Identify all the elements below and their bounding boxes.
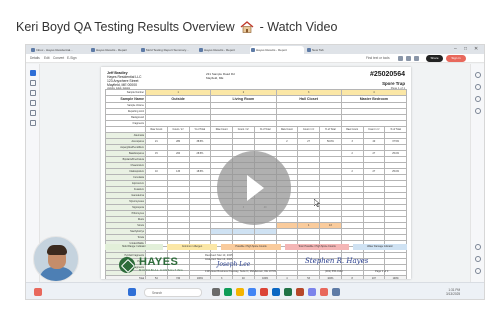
- browser-tab[interactable]: Hayes Results - Report: [198, 46, 248, 54]
- browser-tab-bar: Inbox - Hayes Residential... Hayes Resul…: [26, 45, 484, 54]
- right-tool-rail: [470, 64, 484, 282]
- excel-icon[interactable]: [284, 288, 292, 296]
- lab-address: 1345 East Business Parkway, Suite D, Mid…: [205, 270, 276, 273]
- play-button[interactable]: [217, 151, 291, 225]
- settings-icon[interactable]: [332, 288, 340, 296]
- comment-tool-icon[interactable]: [30, 80, 36, 86]
- company-block: Jeff Bradley Hayes Residential LLC 123 A…: [107, 71, 142, 91]
- table-row: Sample Name Outside Living Room Hall Closet…: [105, 95, 408, 103]
- print-icon[interactable]: [406, 56, 411, 61]
- share-button[interactable]: Share: [426, 55, 443, 62]
- presenter-webcam: [33, 236, 79, 282]
- minimize-icon[interactable]: –: [454, 46, 457, 53]
- browser-tab-new[interactable]: New Tab: [306, 46, 336, 54]
- report-footer: HAYES MICROBIAL CONSULTING Received: Mar…: [105, 253, 407, 277]
- video-title-suffix: - Watch Video: [259, 20, 338, 34]
- recorder-icon[interactable]: [320, 288, 328, 296]
- os-taskbar: Search 1:31 PM 3/13/2025: [26, 282, 484, 299]
- fit-page-icon[interactable]: [475, 256, 481, 262]
- menu-edit[interactable]: Edit: [44, 56, 50, 60]
- browser-tab[interactable]: Hayes Results - Repair: [90, 46, 138, 54]
- chrome-icon[interactable]: [248, 288, 256, 296]
- more-tools-icon[interactable]: [30, 120, 36, 126]
- browser-tab[interactable]: Inbox - Hayes Residential...: [30, 46, 88, 54]
- taskbar-search[interactable]: Search: [144, 288, 202, 297]
- logo-subtitle: MICROBIAL CONSULTING: [139, 268, 184, 272]
- menu-convert[interactable]: Convert: [53, 56, 64, 60]
- report-number: #25020564: [369, 71, 405, 78]
- location-header: Hall Closet: [275, 95, 342, 103]
- find-text-field[interactable]: Find text or tools: [366, 55, 390, 62]
- start-icon[interactable]: [128, 288, 136, 296]
- zoom-in-icon[interactable]: [475, 72, 481, 78]
- location-header: Outside: [144, 95, 212, 103]
- highlight-tool-icon[interactable]: [30, 90, 36, 96]
- received-date: Received: Mar 13, 2025: [205, 254, 233, 257]
- mail-icon[interactable]: [414, 56, 419, 61]
- video-frame[interactable]: Inbox - Hayes Residential... Hayes Resul…: [25, 44, 485, 300]
- tab-favicon-icon: [91, 48, 95, 52]
- menu-details[interactable]: Details: [30, 56, 40, 60]
- video-title-text: Keri Boyd QA Testing Results Overview: [16, 20, 235, 34]
- video-title[interactable]: Keri Boyd QA Testing Results Overview - …: [16, 20, 337, 34]
- tab-favicon-icon: [199, 48, 203, 52]
- reviewer-signature: Stephen R. Hayes: [305, 257, 369, 265]
- house-icon: [240, 21, 254, 33]
- taskbar-app-icon[interactable]: [224, 288, 232, 296]
- browser-tab-active[interactable]: Hayes Results - Report: [250, 46, 304, 54]
- footer-page-label: Page 1 of 3: [375, 270, 389, 273]
- mouse-cursor-icon: [314, 199, 320, 207]
- location-header: Living Room: [210, 95, 277, 103]
- site-address: 231 Sample Road Rd Mayfield, ME: [206, 72, 235, 80]
- select-tool-icon[interactable]: [30, 70, 36, 76]
- tab-favicon-icon: [31, 48, 35, 52]
- acrobat-icon[interactable]: [260, 288, 268, 296]
- task-view-icon[interactable]: [212, 288, 220, 296]
- location-header: Master Bedroom: [340, 95, 408, 103]
- analyst-signature: Joseph Lee: [217, 261, 251, 268]
- file-explorer-icon[interactable]: [236, 288, 244, 296]
- legend-row: Mold Range: Indicator Common / Allergen …: [105, 244, 407, 250]
- search-icon[interactable]: [398, 56, 403, 61]
- weather-icon[interactable]: [34, 288, 42, 296]
- text-tool-icon[interactable]: [30, 110, 36, 116]
- browser-tab[interactable]: Mold Testing Report Summary...: [140, 46, 196, 54]
- zoom-out-icon[interactable]: [475, 84, 481, 90]
- app-toolbar: Details Edit Convert E-Sign Find text or…: [26, 54, 484, 63]
- menu-esign[interactable]: E-Sign: [67, 56, 77, 60]
- attachment-icon[interactable]: [475, 108, 481, 114]
- close-icon[interactable]: ✕: [474, 46, 478, 53]
- tab-favicon-icon: [251, 48, 255, 52]
- powerpoint-icon[interactable]: [296, 288, 304, 296]
- legend-item: Water Damage Indicator: [353, 244, 407, 250]
- teams-icon[interactable]: [308, 288, 316, 296]
- outlook-icon[interactable]: [272, 288, 280, 296]
- legend-item: Toxic Possible / High Spore Counts: [285, 244, 349, 250]
- system-clock[interactable]: 1:31 PM 3/13/2025: [446, 288, 460, 296]
- legend-item: Common / Allergen: [167, 244, 217, 250]
- bookmark-icon[interactable]: [475, 96, 481, 102]
- row-label: Sample Name: [105, 95, 146, 103]
- legend-item: Possible / High Spore Counts: [221, 244, 281, 250]
- rotate-icon[interactable]: [475, 244, 481, 250]
- tab-favicon-icon: [141, 48, 145, 52]
- legend-item: Mold Range: Indicator: [105, 244, 163, 250]
- draw-tool-icon[interactable]: [30, 100, 36, 106]
- sign-in-button[interactable]: Sign in: [446, 55, 466, 62]
- hayes-logo-icon: [119, 257, 135, 273]
- maximize-icon[interactable]: □: [464, 46, 467, 53]
- logo-text: HAYES: [139, 256, 179, 268]
- tab-favicon-icon: [307, 48, 311, 52]
- help-icon[interactable]: [475, 268, 481, 274]
- video-embed: Keri Boyd QA Testing Results Overview - …: [0, 0, 500, 315]
- lab-phone: (302) 555-0146: [325, 270, 343, 273]
